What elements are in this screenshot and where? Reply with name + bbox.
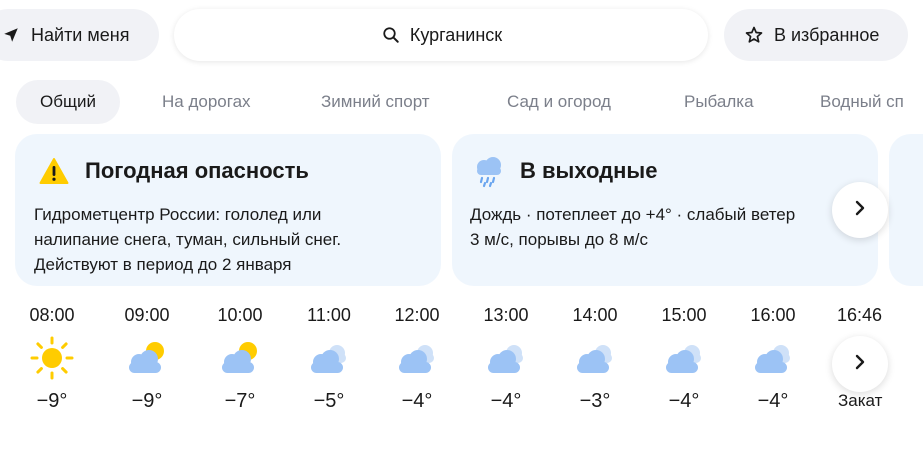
favorites-label: В избранное	[774, 24, 880, 45]
warning-title: Погодная опасность	[37, 154, 309, 188]
add-to-favorites-button[interactable]: В избранное	[724, 9, 908, 61]
warning-text: Гидрометцентр России: гололед или налипа…	[34, 205, 342, 274]
weather-warning-card[interactable]: Погодная опасность Гидрометцентр России:…	[15, 134, 441, 286]
search-value: Курганинск	[409, 24, 503, 45]
search-icon	[380, 24, 402, 46]
hour-item: 14:00 −3°	[555, 300, 635, 416]
category-tabs: Общий На дорогах Зимний спорт Сад и огор…	[0, 80, 923, 124]
locate-me-button[interactable]: Найти меня	[0, 9, 159, 61]
cloudy-icon	[466, 330, 546, 386]
tab-garden[interactable]: Сад и огород	[507, 80, 611, 124]
weekend-forecast-card[interactable]: В выходные Дождь · потеплеет до +4° · сл…	[452, 134, 878, 286]
search-input[interactable]: Курганинск	[174, 9, 708, 61]
hour-item: 15:00 −4°	[644, 300, 724, 416]
rain-cloud-icon	[472, 154, 506, 188]
partly-cloudy-icon	[200, 330, 280, 386]
tab-fishing[interactable]: Рыбалка	[684, 80, 754, 124]
sun-icon	[12, 330, 92, 386]
partly-cloudy-icon	[107, 330, 187, 386]
tab-general[interactable]: Общий	[16, 80, 120, 124]
tab-winter-sport[interactable]: Зимний спорт	[321, 80, 430, 124]
weekend-text: Дождь · потеплеет до +4° · слабый ветер …	[470, 205, 796, 249]
locate-me-label: Найти меня	[31, 24, 130, 45]
location-arrow-icon	[0, 24, 22, 46]
hour-item: 08:00 −9°	[12, 300, 92, 416]
cloudy-icon	[644, 330, 724, 386]
hour-item: 10:00 −7°	[200, 300, 280, 416]
tab-water-sport[interactable]: Водный сп	[820, 80, 904, 124]
hour-item: 09:00 −9°	[107, 300, 187, 416]
cloudy-icon	[377, 330, 457, 386]
hour-item: 16:00 −4°	[733, 300, 813, 416]
star-icon	[743, 24, 765, 46]
hourly-next-button[interactable]	[832, 336, 888, 392]
hour-item: 13:00 −4°	[466, 300, 546, 416]
chevron-right-icon	[852, 200, 868, 221]
hour-item: 11:00 −5°	[289, 300, 369, 416]
chevron-right-icon	[852, 354, 868, 375]
warning-icon	[37, 154, 71, 188]
next-card-peek	[889, 134, 923, 286]
top-bar: Найти меня Курганинск В избранное	[0, 0, 923, 80]
weekend-title: В выходные	[472, 154, 657, 188]
hour-item: 12:00 −4°	[377, 300, 457, 416]
hourly-forecast: 08:00 −9° 09:00 −9° 10:00 −7° 11:00 −5° …	[0, 300, 923, 430]
cloudy-icon	[289, 330, 369, 386]
cloudy-icon	[555, 330, 635, 386]
cards-next-button[interactable]	[832, 182, 888, 238]
tab-roads[interactable]: На дорогах	[162, 80, 251, 124]
cloudy-icon	[733, 330, 813, 386]
